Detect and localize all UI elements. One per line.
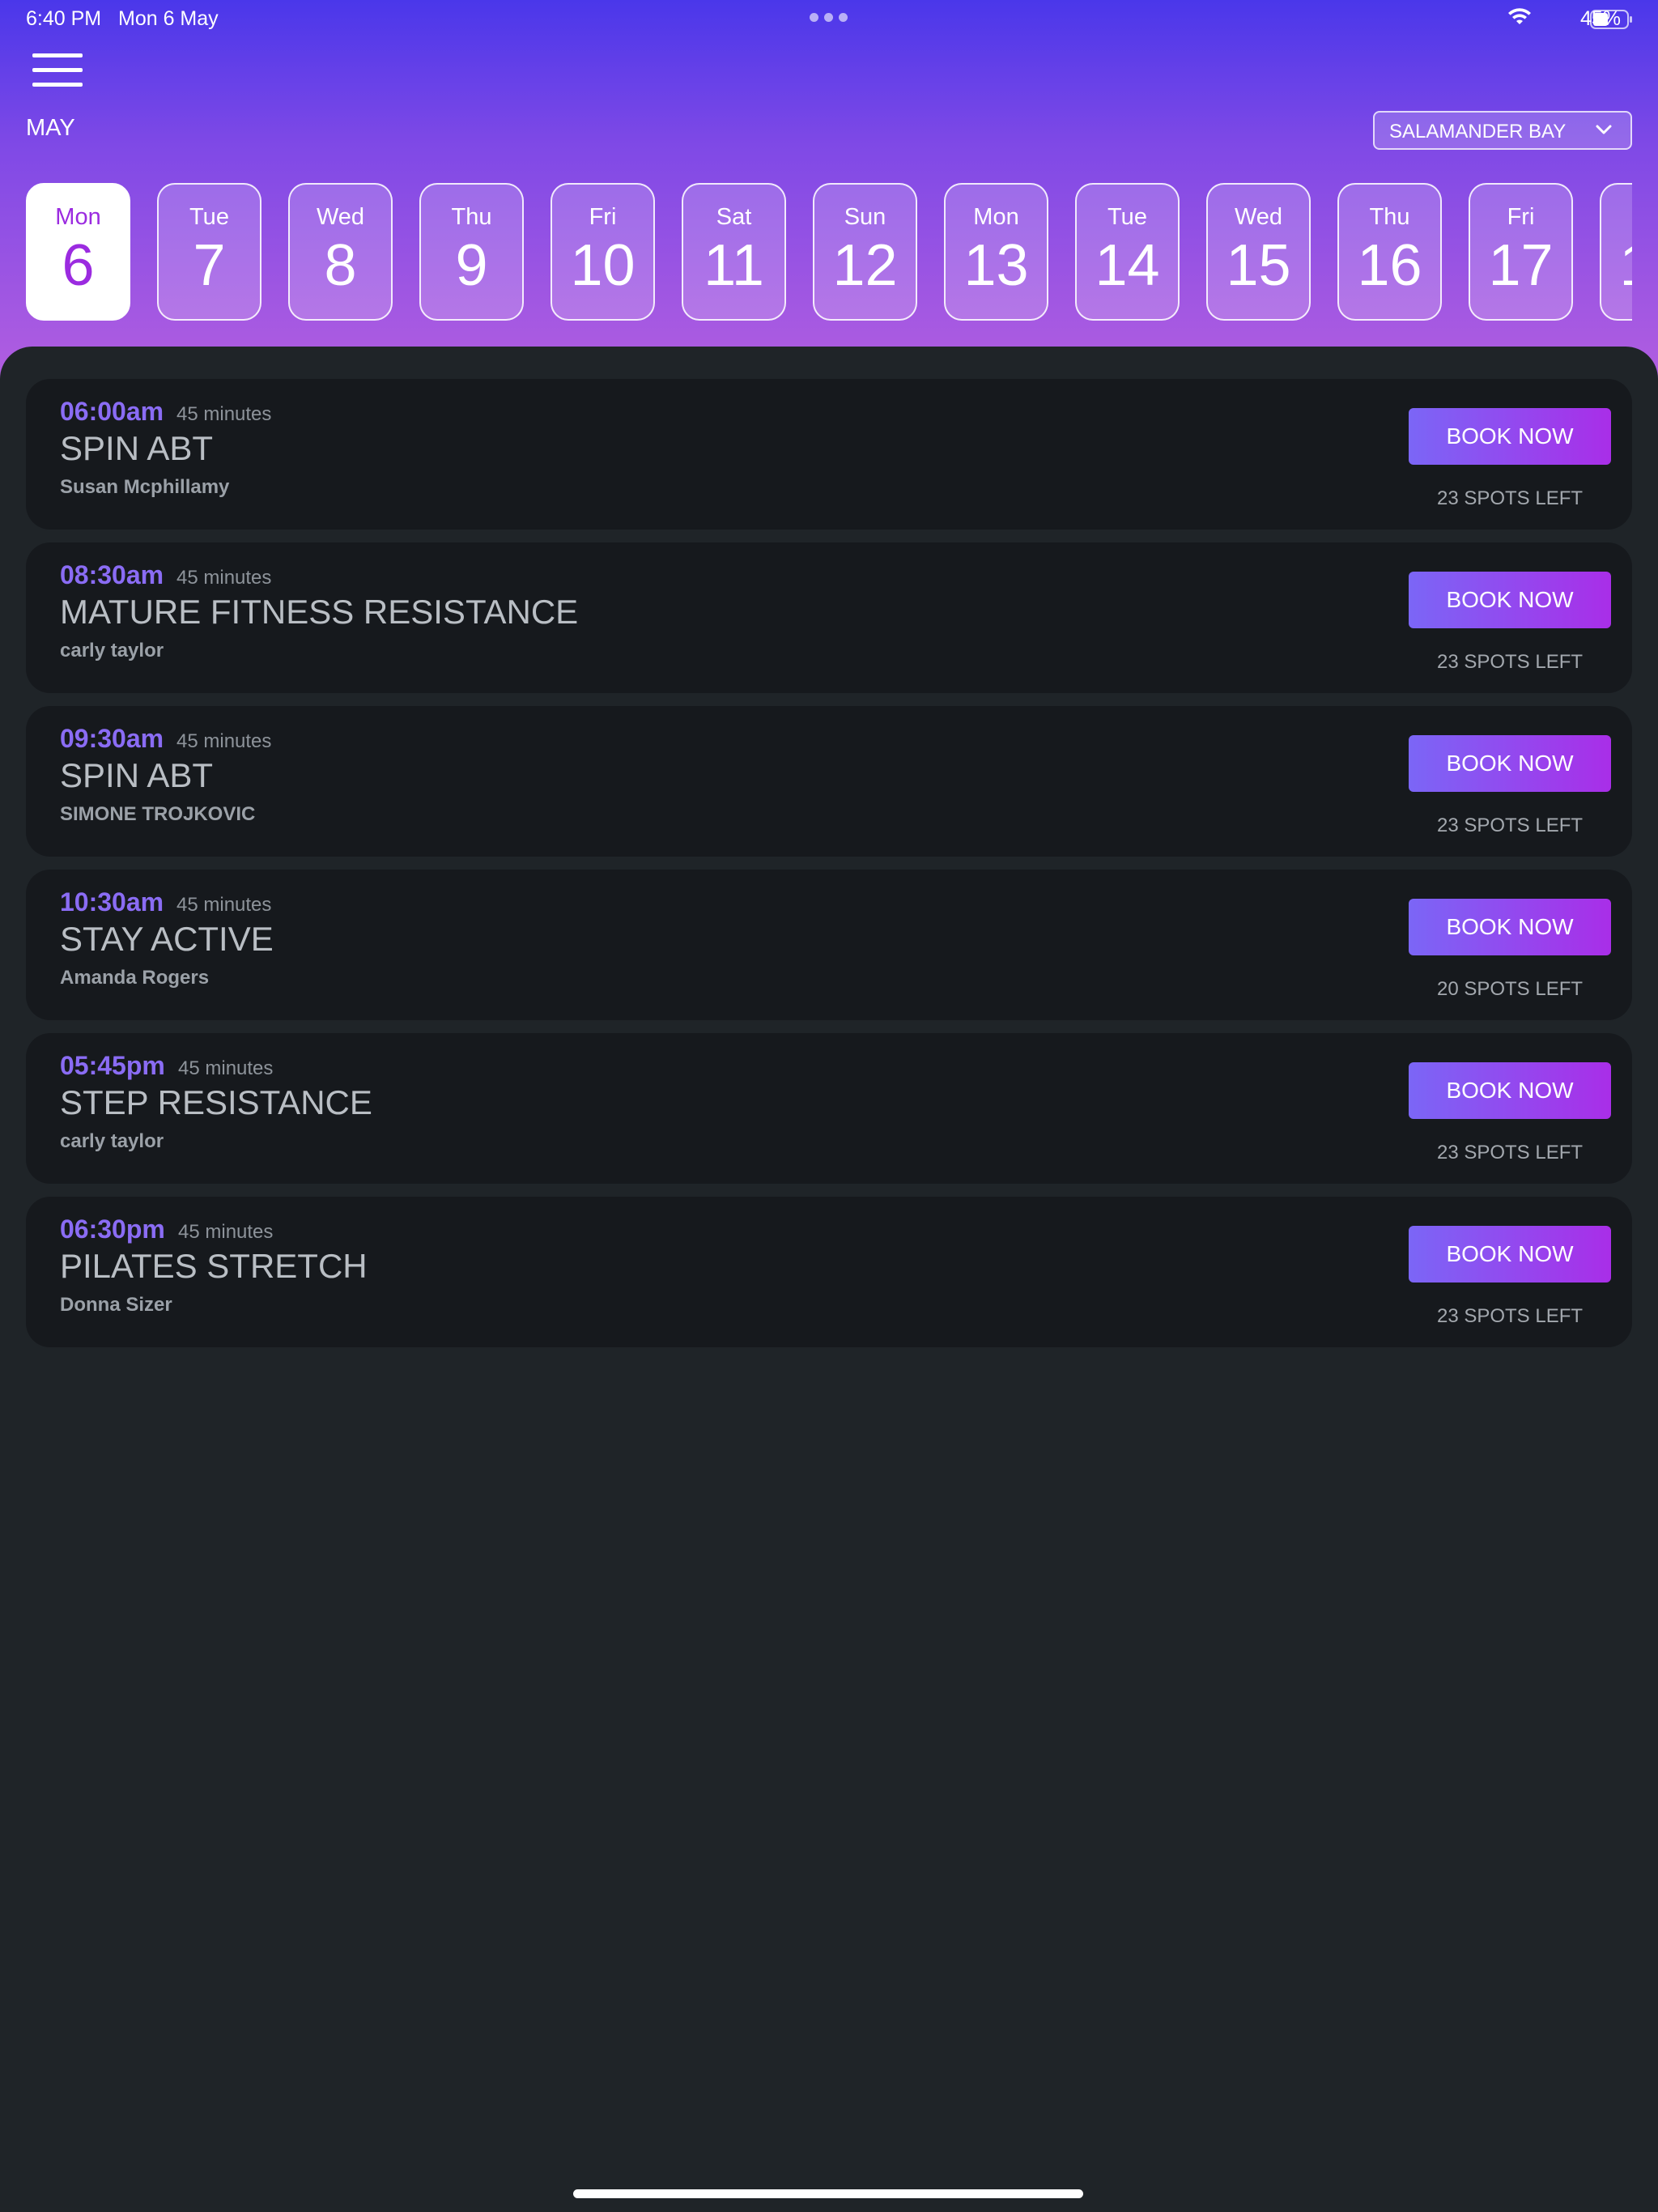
battery-icon	[1590, 10, 1632, 29]
spots-left: 23 SPOTS LEFT	[1436, 487, 1584, 509]
hamburger-menu-icon[interactable]	[32, 53, 83, 87]
day-wed-15[interactable]: Wed 15	[1206, 183, 1311, 321]
day-selector[interactable]: Mon 6 Tue 7 Wed 8 Thu 9 Fri 10 Sat 11 Sun 12 Mon 13 Tue 1…	[26, 183, 1632, 321]
day-name: Thu	[1369, 204, 1410, 230]
day-name: Wed	[1234, 204, 1283, 230]
class-time: 06:00am	[60, 397, 164, 426]
day-number: 8	[324, 233, 357, 298]
day-mon-6[interactable]: Mon 6	[26, 183, 130, 321]
class-instructor: Susan Mcphillamy	[60, 476, 230, 498]
day-number: 11	[704, 233, 764, 298]
day-name: Fri	[1507, 204, 1535, 230]
chevron-down-icon	[1596, 125, 1612, 134]
class-instructor: Donna Sizer	[60, 1294, 172, 1316]
class-card[interactable]: 09:30am 45 minutes SPIN ABT SIMONE TROJKOVI…	[26, 706, 1632, 857]
class-list: 06:00am 45 minutes SPIN ABT Susan Mcphillam…	[0, 347, 1658, 2212]
day-wed-8[interactable]: Wed 8	[288, 183, 393, 321]
day-number: 14	[1095, 233, 1160, 298]
day-mon-13[interactable]: Mon 13	[944, 183, 1048, 321]
class-duration: 45 minutes	[176, 894, 272, 916]
class-duration: 45 minutes	[176, 403, 272, 425]
day-thu-9[interactable]: Thu 9	[419, 183, 524, 321]
status-bar: 6:40 PM Mon 6 May 45%	[0, 0, 1658, 37]
book-now-button[interactable]: BOOK NOW	[1409, 735, 1611, 792]
class-instructor: Amanda Rogers	[60, 967, 210, 989]
wifi-icon	[1508, 8, 1531, 24]
day-thu-16[interactable]: Thu 16	[1337, 183, 1442, 321]
day-name: Fri	[589, 204, 617, 230]
day-sat-18[interactable]: Sat 18	[1600, 183, 1632, 321]
class-time: 09:30am	[60, 724, 164, 753]
day-number: 13	[963, 233, 1029, 298]
day-name: Mon	[55, 204, 101, 230]
day-number: 9	[455, 233, 488, 298]
class-instructor: carly taylor	[60, 1130, 164, 1152]
spots-left: 23 SPOTS LEFT	[1436, 815, 1584, 836]
class-instructor: SIMONE TROJKOVIC	[60, 803, 256, 825]
status-date: Mon 6 May	[118, 7, 219, 30]
class-card[interactable]: 10:30am 45 minutes STAY ACTIVE Amanda Roger…	[26, 870, 1632, 1020]
day-number: 6	[62, 233, 95, 298]
app-root: 6:40 PM Mon 6 May 45% MAY SALAMANDER BAY	[0, 0, 1658, 2212]
day-name: Sat	[1601, 204, 1632, 231]
day-fri-17[interactable]: Fri 17	[1469, 183, 1573, 321]
book-now-button[interactable]: BOOK NOW	[1409, 1062, 1611, 1119]
day-number: 7	[193, 233, 226, 298]
day-name: Tue	[189, 204, 229, 230]
day-number: 17	[1488, 233, 1554, 298]
class-instructor: carly taylor	[60, 640, 164, 661]
day-number: 10	[570, 233, 636, 298]
spots-left: 20 SPOTS LEFT	[1436, 978, 1584, 1000]
class-time: 10:30am	[60, 887, 164, 917]
class-time: 08:30am	[60, 560, 164, 589]
class-card[interactable]: 06:00am 45 minutes SPIN ABT Susan Mcphillam…	[26, 379, 1632, 530]
day-number: 16	[1357, 233, 1422, 298]
day-sat-11[interactable]: Sat 11	[682, 183, 786, 321]
class-name: MATURE FITNESS RESISTANCE	[60, 593, 579, 631]
day-number: 12	[832, 233, 898, 298]
class-name: SPIN ABT	[60, 429, 214, 467]
day-sun-12[interactable]: Sun 12	[813, 183, 917, 321]
class-duration: 45 minutes	[178, 1221, 274, 1243]
status-time: 6:40 PM	[26, 7, 102, 30]
day-name: Tue	[1107, 204, 1147, 230]
month-label: MAY	[26, 115, 75, 141]
spots-left: 23 SPOTS LEFT	[1436, 1142, 1584, 1163]
class-name: SPIN ABT	[60, 756, 214, 794]
day-name: Thu	[451, 204, 492, 230]
class-duration: 45 minutes	[176, 567, 272, 589]
class-duration: 45 minutes	[178, 1057, 274, 1079]
class-card[interactable]: 08:30am 45 minutes MATURE FITNESS RESISTAN…	[26, 542, 1632, 693]
class-card[interactable]: 05:45pm 45 minutes STEP RESISTANCE carly ta…	[26, 1033, 1632, 1184]
day-tue-14[interactable]: Tue 14	[1075, 183, 1180, 321]
spots-left: 23 SPOTS LEFT	[1436, 1305, 1584, 1327]
header: 6:40 PM Mon 6 May 45% MAY SALAMANDER BAY	[0, 0, 1658, 381]
class-card[interactable]: 06:30pm 45 minutes PILATES STRETCH Donna Si…	[26, 1197, 1632, 1347]
book-now-button[interactable]: BOOK NOW	[1409, 572, 1611, 628]
day-name: Sat	[716, 204, 752, 230]
class-name: STEP RESISTANCE	[60, 1083, 372, 1121]
class-time: 05:45pm	[60, 1051, 165, 1080]
class-duration: 45 minutes	[176, 730, 272, 752]
day-name: Wed	[316, 204, 365, 230]
class-time: 06:30pm	[60, 1214, 165, 1244]
day-number: 18	[1601, 236, 1632, 296]
home-indicator[interactable]	[573, 2189, 1083, 2198]
day-fri-10[interactable]: Fri 10	[551, 183, 655, 321]
day-number: 15	[1226, 233, 1291, 298]
day-name: Sun	[844, 204, 886, 230]
day-name: Mon	[973, 204, 1019, 230]
class-name: PILATES STRETCH	[60, 1247, 368, 1285]
more-dots-icon[interactable]	[810, 13, 848, 22]
location-select-value: SALAMANDER BAY	[1389, 121, 1567, 143]
location-select[interactable]: SALAMANDER BAY	[1373, 111, 1632, 150]
class-name: STAY ACTIVE	[60, 920, 274, 958]
book-now-button[interactable]: BOOK NOW	[1409, 1226, 1611, 1283]
book-now-button[interactable]: BOOK NOW	[1409, 899, 1611, 955]
book-now-button[interactable]: BOOK NOW	[1409, 408, 1611, 465]
spots-left: 23 SPOTS LEFT	[1436, 651, 1584, 673]
day-tue-7[interactable]: Tue 7	[157, 183, 261, 321]
